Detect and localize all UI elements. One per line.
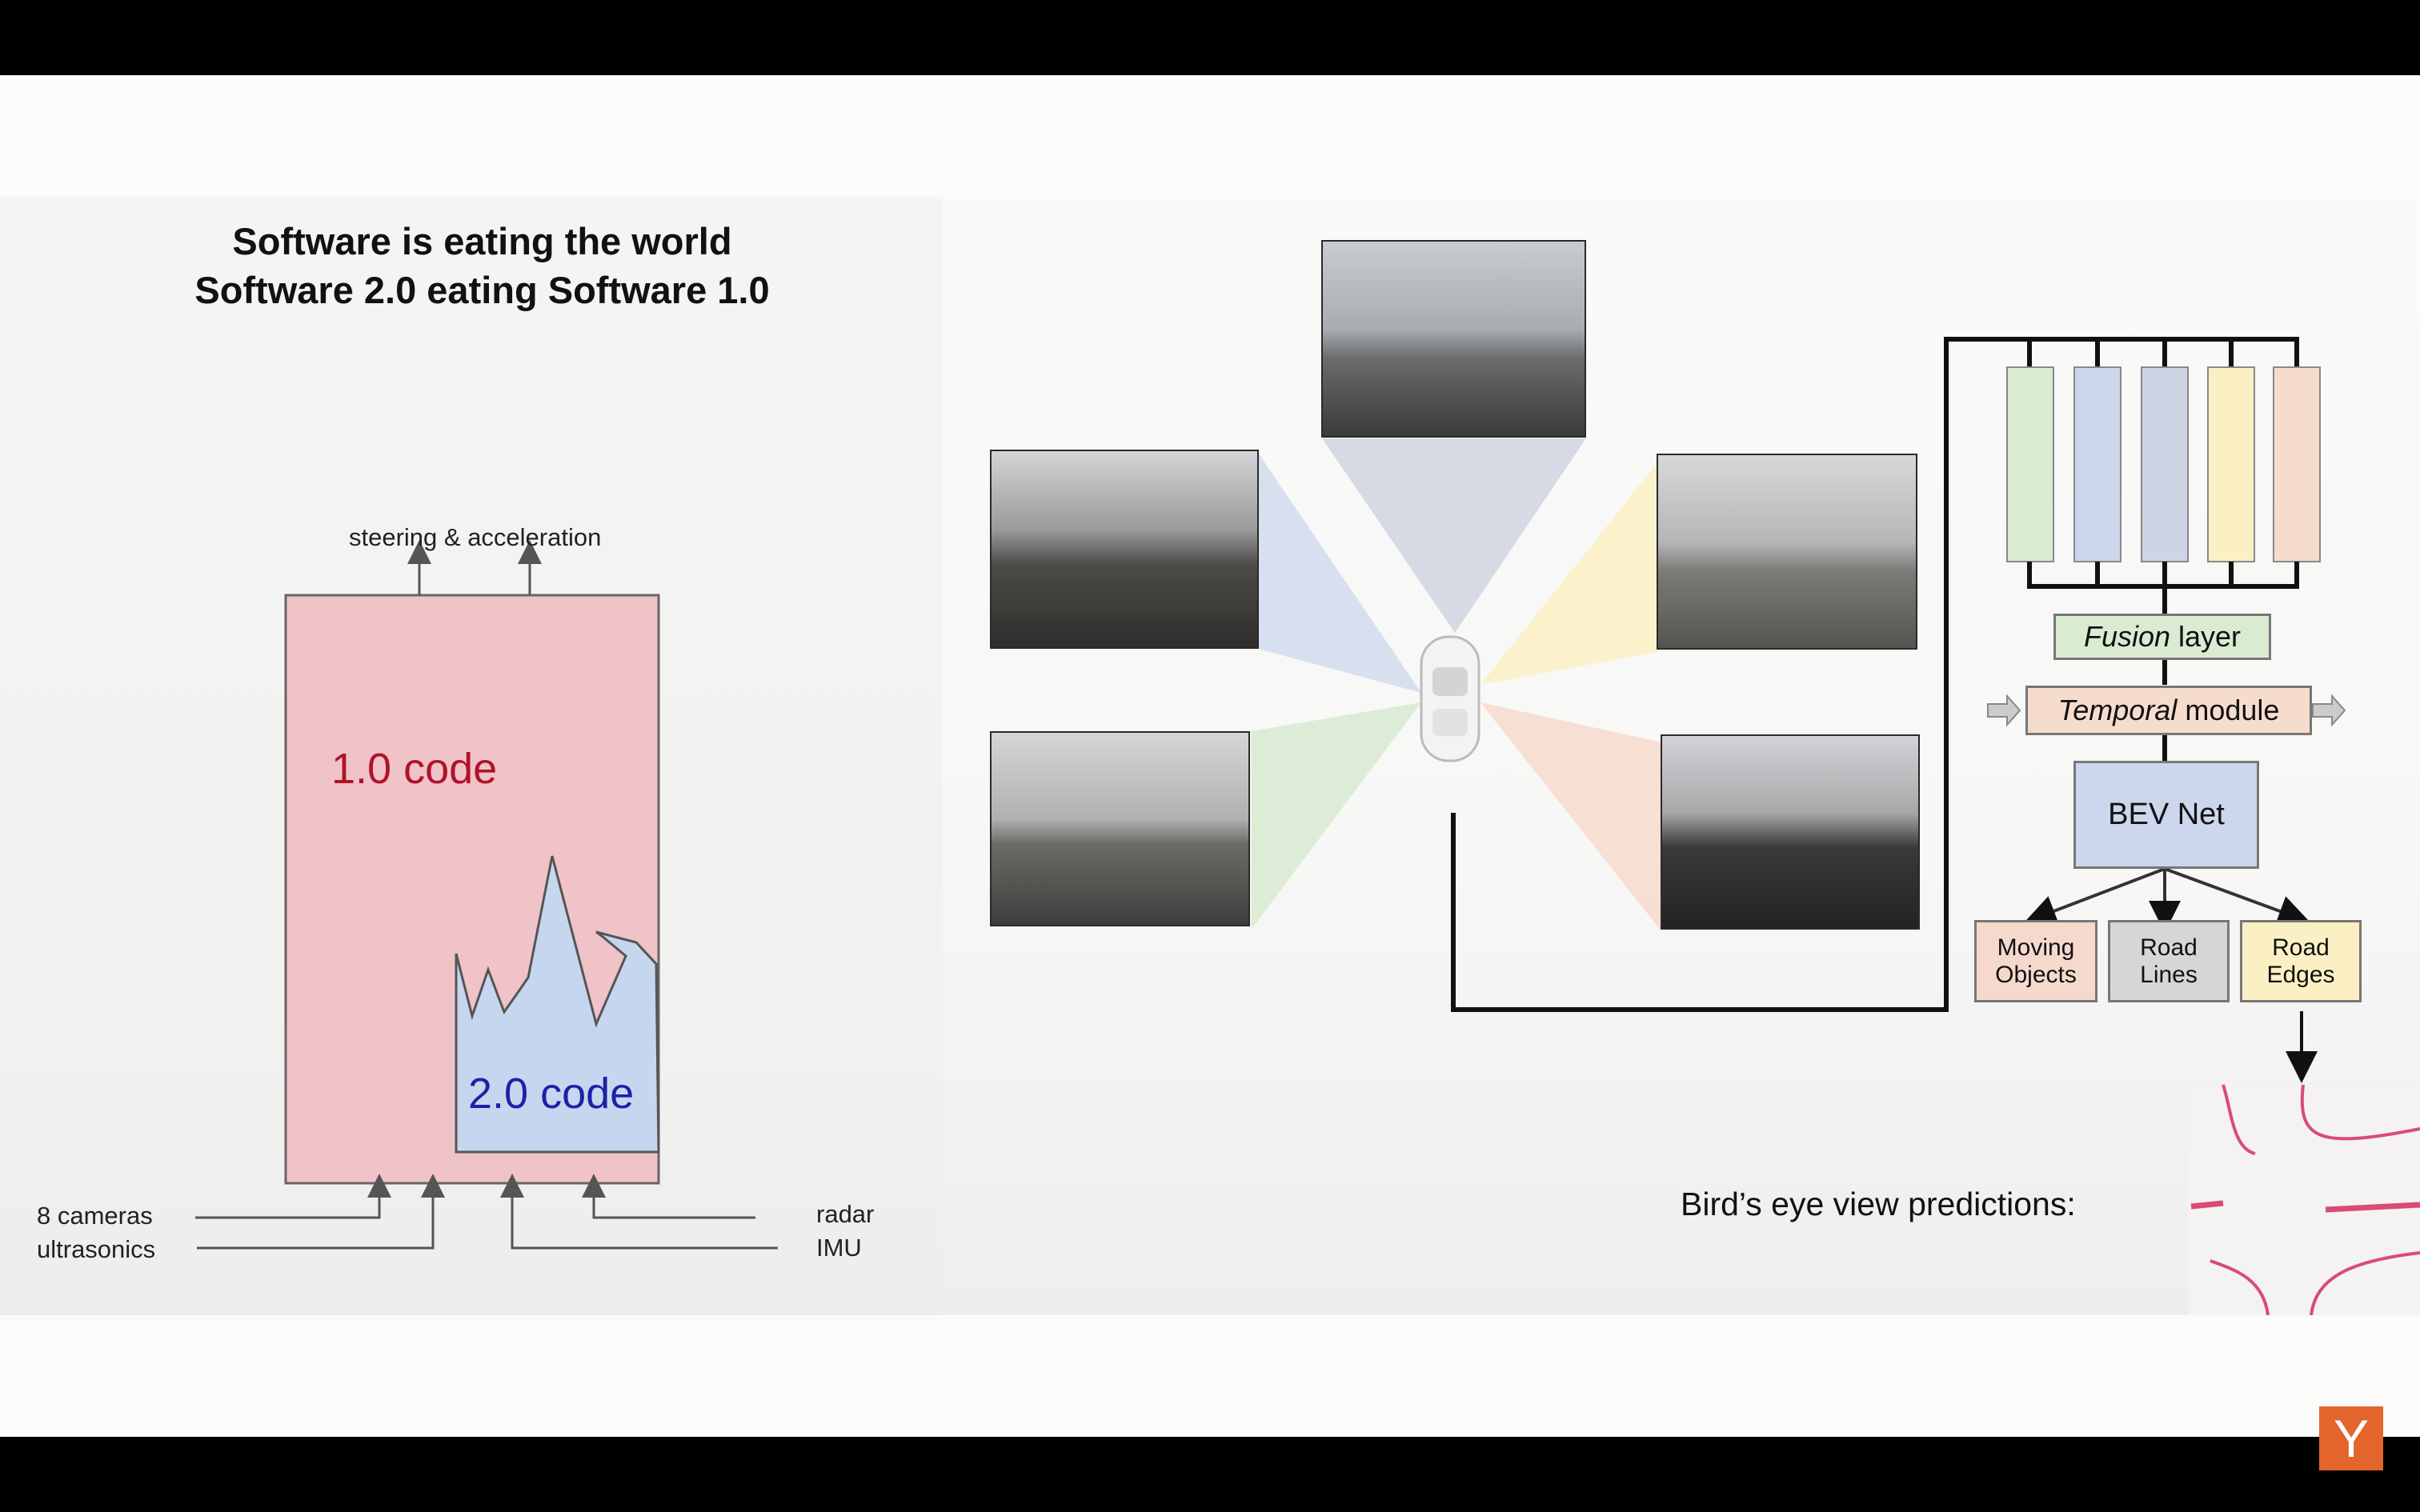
feature-column-4: [2207, 366, 2255, 562]
output-road-lines: Road Lines: [2108, 920, 2230, 1002]
camera-view-front: [1321, 240, 1586, 438]
temporal-label-italic: Temporal: [2057, 694, 2178, 726]
camera-view-left-front: [990, 450, 1259, 649]
feature-column-3: [2141, 366, 2189, 562]
fusion-label-rest: layer: [2170, 620, 2242, 653]
code-1-label: 1.0 code: [331, 745, 498, 793]
bev-caption: Bird’s eye view predictions:: [1681, 1186, 2076, 1222]
bev-net-box: BEV Net: [2073, 761, 2259, 869]
car-icon: [1420, 635, 1480, 762]
yc-logo: Y: [2319, 1406, 2383, 1470]
fusion-label-italic: Fusion: [2083, 620, 2171, 653]
bev-prediction-image: [2188, 1084, 2420, 1315]
output-label: steering & acceleration: [349, 523, 602, 551]
fusion-layer-box: Fusion layer: [2053, 614, 2271, 660]
temporal-label-rest: module: [2177, 694, 2280, 726]
output-moving-objects: Moving Objects: [1974, 920, 2097, 1002]
code-2-label: 2.0 code: [468, 1070, 635, 1118]
feature-column-1: [2006, 366, 2054, 562]
output-road-edges-line2: Edges: [2266, 961, 2335, 988]
input-label-imu: IMU: [816, 1234, 862, 1262]
input-label-radar: radar: [816, 1200, 875, 1228]
cone-left-rear: [1252, 702, 1421, 929]
output-road-edges: Road Edges: [2240, 920, 2362, 1002]
camera-view-right-front: [1657, 454, 1917, 650]
input-label-cameras: 8 cameras: [37, 1202, 153, 1230]
output-moving-objects-line2: Objects: [1995, 961, 2077, 988]
feature-column-5: [2273, 366, 2321, 562]
cone-right-rear: [1480, 702, 1661, 931]
output-road-edges-line1: Road: [2272, 934, 2330, 961]
camera-view-left-rear: [990, 731, 1250, 926]
output-road-lines-line2: Lines: [2140, 961, 2198, 988]
input-label-ultrasonics: ultrasonics: [37, 1235, 156, 1263]
output-moving-objects-line1: Moving: [1997, 934, 2075, 961]
output-road-lines-line1: Road: [2140, 934, 2198, 961]
camera-view-right-rear: [1661, 734, 1920, 930]
temporal-in-arrow: [1987, 694, 2021, 727]
temporal-out-arrow: [2312, 694, 2346, 727]
feature-column-2: [2073, 366, 2122, 562]
temporal-module-box: Temporal module: [2025, 686, 2312, 735]
